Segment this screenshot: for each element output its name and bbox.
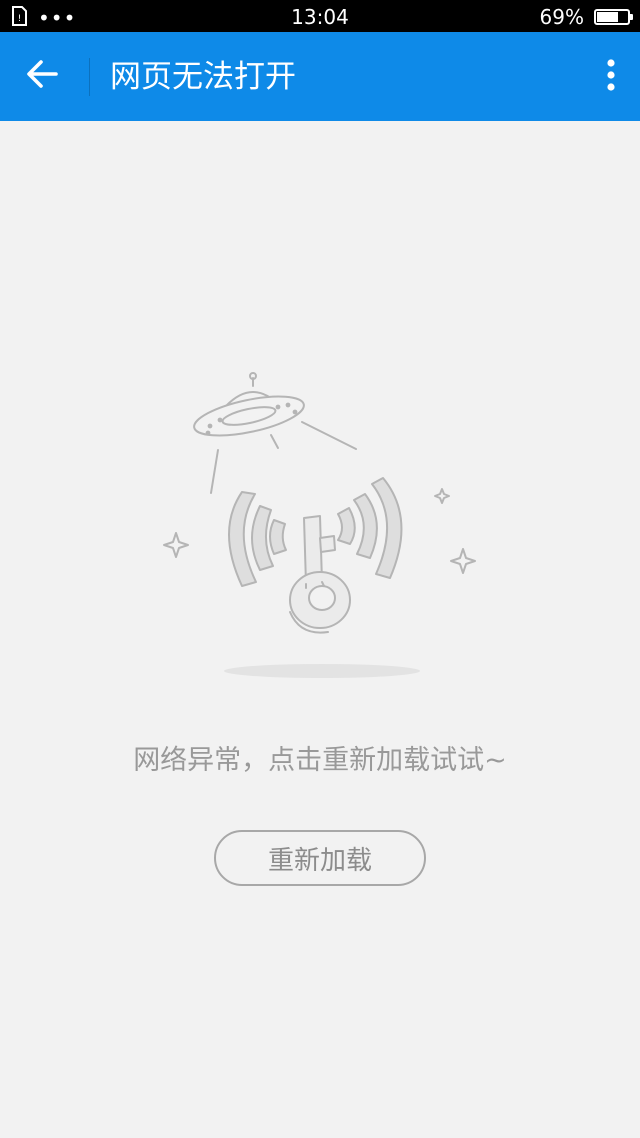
more-vertical-icon — [606, 58, 616, 96]
battery-percent: 69% — [539, 5, 584, 29]
page-title: 网页无法打开 — [110, 59, 296, 95]
back-button[interactable] — [12, 46, 72, 106]
app-bar-divider — [89, 58, 90, 96]
more-options-button[interactable] — [596, 52, 626, 102]
arrow-left-icon — [24, 56, 60, 96]
battery-icon — [594, 9, 633, 25]
status-bar-right: 69% — [539, 5, 633, 29]
battery-level-fill — [597, 12, 618, 22]
error-message: 网络异常，点击重新加载试试~ — [133, 745, 507, 776]
reload-button[interactable]: 重新加载 — [214, 830, 426, 886]
status-bar: ! ••• 13:04 69% — [0, 0, 640, 32]
ufo-icon — [193, 372, 305, 437]
app-bar: 网页无法打开 — [0, 32, 640, 121]
no-network-illustration — [150, 360, 490, 690]
